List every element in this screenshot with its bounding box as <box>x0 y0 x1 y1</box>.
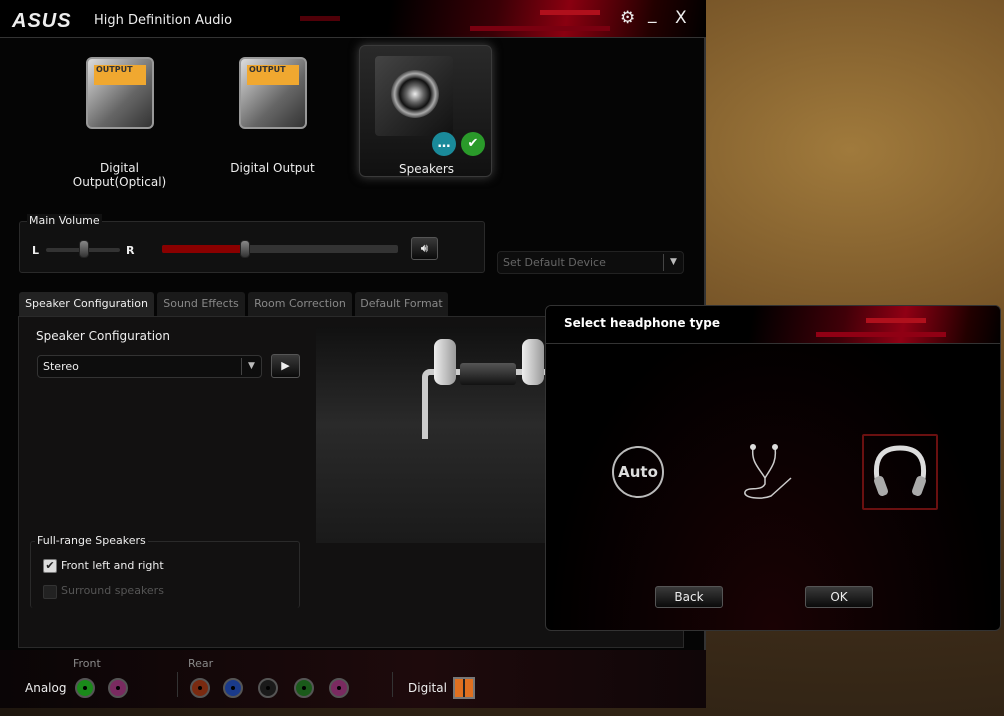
front-jack-green[interactable] <box>75 678 95 698</box>
rear-jack-orange[interactable] <box>190 678 210 698</box>
play-test-button[interactable]: ▶ <box>271 354 300 378</box>
jack-bar <box>0 650 706 708</box>
mute-button[interactable]: 🔊︎ <box>411 237 438 260</box>
front-label: Front <box>73 657 101 670</box>
dialog-title-bar: Select headphone type <box>546 306 1000 344</box>
digital-label: Digital <box>408 681 447 695</box>
select-headphone-type-dialog: Select headphone type Auto Back OK <box>545 305 1001 631</box>
surround-speakers-checkbox[interactable] <box>43 585 57 599</box>
device-digital-output-optical[interactable]: OUTPUT Digital Output(Optical) <box>53 45 186 189</box>
balance-right-label: R <box>126 244 135 257</box>
right-speaker-icon <box>522 339 544 385</box>
device-label: Digital Output <box>230 161 315 175</box>
chevron-down-icon: ▼ <box>663 254 683 271</box>
headphone-type-over-ear[interactable] <box>862 434 938 510</box>
speaker-icon <box>375 56 453 136</box>
receiver-icon <box>460 363 516 385</box>
play-icon: ▶ <box>281 359 290 372</box>
front-left-right-label: Front left and right <box>61 559 164 572</box>
balance-slider-thumb[interactable] <box>79 240 89 258</box>
minimize-button[interactable]: _ <box>648 4 657 24</box>
analog-label: Analog <box>25 681 67 695</box>
rear-jack-black[interactable] <box>258 678 278 698</box>
earbuds-icon[interactable] <box>741 442 797 502</box>
tab-default-format[interactable]: Default Format <box>355 292 448 316</box>
speaker-configuration-dropdown[interactable]: Stereo ▼ <box>37 355 262 378</box>
front-jack-pink[interactable] <box>108 678 128 698</box>
tab-speaker-configuration[interactable]: Speaker Configuration <box>19 292 154 316</box>
surround-speakers-label: Surround speakers <box>61 584 164 597</box>
device-speakers[interactable]: … ✔ Speakers <box>359 45 492 177</box>
tab-sound-effects[interactable]: Sound Effects <box>157 292 245 316</box>
headphone-type-auto[interactable]: Auto <box>612 446 664 498</box>
gear-icon[interactable]: ⚙ <box>620 8 635 28</box>
front-left-right-checkbox[interactable]: ✔ <box>43 559 57 573</box>
set-default-device-dropdown[interactable]: Set Default Device ▼ <box>497 251 684 274</box>
full-range-speakers-label: Full-range Speakers <box>35 534 148 547</box>
tab-room-correction[interactable]: Room Correction <box>248 292 352 316</box>
dialog-title: Select headphone type <box>564 316 720 330</box>
set-default-device-label: Set Default Device <box>503 256 606 269</box>
device-digital-output[interactable]: OUTPUT Digital Output <box>206 45 339 177</box>
balance-left-label: L <box>32 244 40 257</box>
rear-jack-blue[interactable] <box>223 678 243 698</box>
device-label: Speakers <box>398 162 455 176</box>
volume-fill <box>162 245 245 253</box>
volume-slider-thumb[interactable] <box>239 240 250 258</box>
asus-logo: ASUS <box>12 10 72 32</box>
speaker-configuration-value: Stereo <box>43 360 79 373</box>
rear-jack-green[interactable] <box>294 678 314 698</box>
speaker-icon: 🔊︎ <box>420 241 429 255</box>
back-button[interactable]: Back <box>655 586 723 608</box>
digital-output-icon: OUTPUT <box>86 57 154 129</box>
title-bar: ASUS High Definition Audio ⚙ _ X <box>0 0 706 38</box>
check-icon: ✔ <box>461 132 485 156</box>
headphones-icon <box>874 445 926 496</box>
chat-icon: … <box>432 132 456 156</box>
full-range-speakers-group <box>30 541 300 608</box>
rear-jack-pink[interactable] <box>329 678 349 698</box>
app-title: High Definition Audio <box>94 13 233 28</box>
speaker-configuration-label: Speaker Configuration <box>36 329 171 343</box>
speaker-preview-image <box>316 327 552 543</box>
rear-label: Rear <box>188 657 214 670</box>
digital-output-icon: OUTPUT <box>239 57 307 129</box>
ok-button[interactable]: OK <box>805 586 873 608</box>
chevron-down-icon: ▼ <box>241 358 261 375</box>
device-label: Digital Output(Optical) <box>72 161 167 189</box>
left-speaker-icon <box>434 339 456 385</box>
main-volume-label: Main Volume <box>27 214 102 227</box>
close-button[interactable]: X <box>675 8 687 28</box>
digital-optical-jack-icon[interactable] <box>453 677 475 699</box>
